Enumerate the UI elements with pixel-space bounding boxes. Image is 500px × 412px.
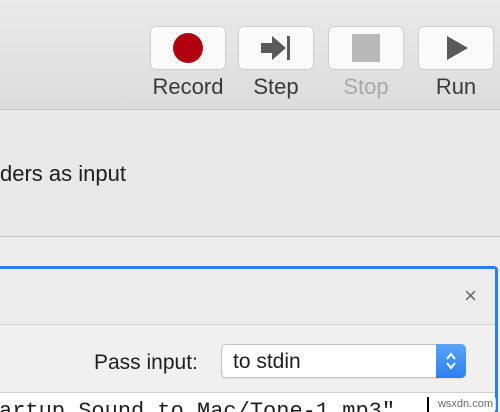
step-forward-icon <box>261 36 290 60</box>
script-text: artup Sound to Mac/Tone-1.mp3" <box>0 399 396 412</box>
pass-input-value: to stdin <box>233 350 301 373</box>
pass-input-select[interactable]: to stdin <box>221 344 466 378</box>
play-icon <box>447 36 468 60</box>
record-icon <box>173 33 203 63</box>
record-button[interactable] <box>150 26 226 70</box>
stop-button[interactable] <box>328 26 404 70</box>
close-icon[interactable]: × <box>464 285 477 307</box>
step-button[interactable] <box>238 26 314 70</box>
up-down-chevron-icon[interactable] <box>436 344 466 378</box>
toolbar: Record Step Stop Run <box>0 0 500 110</box>
stop-icon <box>352 34 380 62</box>
pass-input-label: Pass input: <box>94 351 198 374</box>
run-button[interactable] <box>418 26 494 70</box>
workflow-description-area: ders as input <box>0 111 500 237</box>
step-tool[interactable]: Step <box>238 26 314 106</box>
workflow-description-text: ders as input <box>0 161 126 186</box>
run-shell-script-action[interactable]: × Pass input: to stdin artup Sound to Ma… <box>0 266 498 412</box>
stop-label: Stop <box>343 74 389 99</box>
record-tool[interactable]: Record <box>150 26 226 106</box>
run-label: Run <box>435 74 477 99</box>
workflow-gap <box>0 238 500 268</box>
record-label: Record <box>152 74 224 99</box>
action-header: × <box>0 269 495 325</box>
script-editor[interactable]: artup Sound to Mac/Tone-1.mp3" <box>0 392 495 412</box>
stop-tool[interactable]: Stop <box>328 26 404 106</box>
step-label: Step <box>253 74 299 99</box>
text-cursor <box>427 397 429 412</box>
watermark: wsxdn.com <box>434 398 496 410</box>
run-tool[interactable]: Run <box>418 26 494 106</box>
